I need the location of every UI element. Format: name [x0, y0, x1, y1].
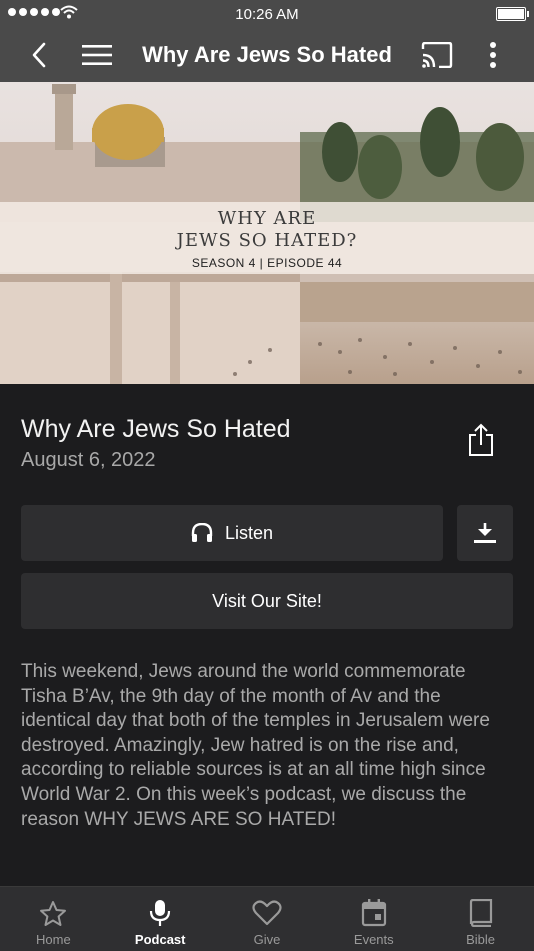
artwork-title-line-2: JEWS SO HATED?: [176, 230, 358, 251]
book-icon: [469, 899, 492, 927]
listen-label: Listen: [224, 522, 274, 543]
artwork-season-episode: SEASON 4 | EPISODE 44: [191, 256, 343, 270]
hamburger-menu-icon: [82, 45, 112, 65]
back-button[interactable]: [22, 38, 56, 72]
tab-podcast[interactable]: Podcast: [107, 887, 214, 951]
chevron-left-icon: [32, 42, 46, 68]
share-button[interactable]: [463, 420, 499, 460]
nav-bar: Why Are Jews So Hated: [0, 28, 534, 82]
battery-icon: [496, 7, 529, 21]
tab-give-label: Give: [253, 932, 281, 947]
tab-bible-label: Bible: [466, 932, 496, 947]
share-icon: [469, 423, 493, 456]
tab-home[interactable]: Home: [0, 887, 107, 951]
episode-description: This weekend, Jews around the world comm…: [21, 661, 490, 830]
visit-site-label: Visit Our Site!: [212, 590, 322, 611]
tab-bar: Home Podcast Give Events Bible: [0, 886, 534, 951]
menu-button[interactable]: [80, 38, 114, 72]
tab-events[interactable]: Events: [320, 887, 427, 951]
tab-give[interactable]: Give: [214, 887, 321, 951]
status-bar: 10:26 AM: [0, 0, 534, 28]
more-vertical-icon: [490, 42, 496, 68]
star-icon: [40, 900, 67, 926]
page-title: Why Are Jews So Hated: [142, 42, 392, 67]
download-icon: [474, 523, 496, 543]
episode-title: Why Are Jews So Hated: [21, 415, 291, 443]
cast-icon: [421, 42, 453, 68]
calendar-icon: [361, 899, 386, 927]
episode-artwork: WHY ARE JEWS SO HATED? SEASON 4 | EPISOD…: [0, 82, 534, 384]
episode-date: August 6, 2022: [21, 449, 156, 471]
headphones-icon: [191, 523, 213, 542]
heart-icon: [252, 900, 282, 926]
signal-strength-icon: [8, 8, 60, 16]
artwork-title-line-1: WHY ARE: [217, 208, 317, 229]
tab-events-label: Events: [353, 932, 394, 947]
cast-button[interactable]: [420, 38, 454, 72]
tab-home-label: Home: [36, 932, 71, 947]
status-time: 10:26 AM: [235, 5, 299, 23]
microphone-icon: [150, 900, 171, 926]
download-button[interactable]: [457, 505, 513, 561]
more-options-button[interactable]: [476, 38, 510, 72]
artwork-title-banner: WHY ARE JEWS SO HATED? SEASON 4 | EPISOD…: [0, 202, 534, 274]
listen-button[interactable]: Listen: [21, 505, 443, 561]
tab-podcast-label: Podcast: [134, 932, 186, 947]
visit-site-button[interactable]: Visit Our Site!: [21, 573, 513, 629]
tab-bible[interactable]: Bible: [427, 887, 534, 951]
wifi-icon: [60, 5, 78, 19]
